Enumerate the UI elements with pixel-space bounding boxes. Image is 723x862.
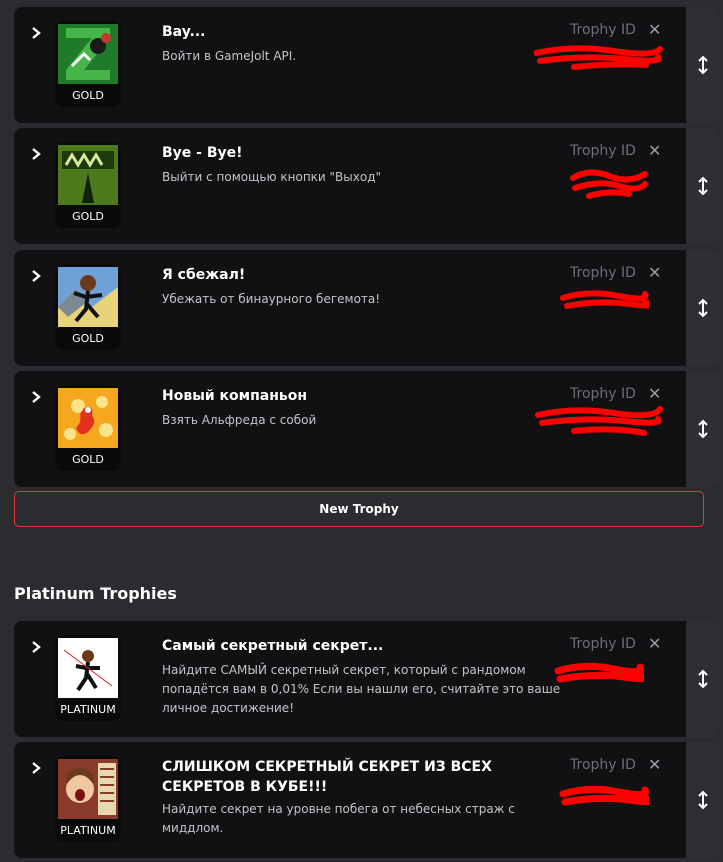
description-line: миддлом. [162,821,224,835]
redaction-scribble [559,785,649,806]
trophy-art [58,267,118,327]
trophy-title[interactable]: Новый компаньон [162,386,307,406]
description-line: попадётся вам в 0,01% Если вы нашли его,… [162,682,561,696]
drag-handle[interactable] [686,250,720,366]
trophy-id-label: Trophy ID [570,386,636,402]
chevron-right-icon[interactable] [28,389,44,405]
trophy-title[interactable]: СЛИШКОМ СЕКРЕТНЫЙ СЕКРЕТ ИЗ ВСЕХ СЕКРЕТО… [162,757,492,797]
close-icon[interactable]: ✕ [648,143,661,159]
tier-label: GOLD [72,210,104,223]
tier-label: GOLD [72,453,104,466]
description-line: личное достижение! [162,701,294,715]
drag-handle[interactable] [686,7,720,123]
drag-handle[interactable] [686,742,720,858]
chevron-right-icon[interactable] [28,25,44,41]
trophy-description[interactable]: Выйти с помощью кнопки "Выход" [162,168,381,187]
trophy-description[interactable]: Убежать от бинаурного бегемота! [162,290,380,309]
trophy-id-label: Trophy ID [570,143,636,159]
redaction-scribble [534,45,663,70]
title-line: СЕКРЕТОВ В КУБЕ!!! [162,779,328,795]
redaction-scribble [535,406,663,436]
resize-vertical-icon [698,176,708,196]
chevron-right-icon[interactable] [28,146,44,162]
trophy-thumbnail[interactable]: PLATINUM [55,756,121,842]
redaction-scribble [554,662,644,683]
title-line: СЛИШКОМ СЕКРЕТНЫЙ СЕКРЕТ ИЗ ВСЕХ [162,759,492,775]
resize-vertical-icon [698,298,708,318]
trophy-description[interactable]: Взять Альфреда с собой [162,411,316,430]
chevron-right-icon[interactable] [28,268,44,284]
trophy-card: PLATINUM СЛИШКОМ СЕКРЕТНЫЙ СЕКРЕТ ИЗ ВСЕ… [14,742,720,858]
trophy-title[interactable]: Bay... [162,22,205,42]
tier-label: PLATINUM [60,703,116,716]
trophy-art [58,388,118,448]
trophy-art [58,145,118,205]
drag-handle[interactable] [686,621,720,737]
trophy-title[interactable]: Я сбежал! [162,265,245,285]
trophy-art [58,759,118,819]
trophy-art [58,638,118,698]
resize-vertical-icon [698,419,708,439]
drag-handle[interactable] [686,371,720,487]
trophy-card: GOLD Я сбежал! Убежать от бинаурного бег… [14,250,720,366]
tier-label: GOLD [72,332,104,345]
trophy-thumbnail[interactable]: GOLD [55,385,121,471]
trophy-title[interactable]: Bye - Bye! [162,143,243,163]
resize-vertical-icon [698,669,708,689]
close-icon[interactable]: ✕ [648,386,661,402]
chevron-right-icon[interactable] [28,639,44,655]
redaction-scribble [570,169,648,199]
trophy-card: GOLD Bay... Войти в GameJolt API. Trophy… [14,7,720,123]
trophy-id-label: Trophy ID [570,22,636,38]
trophy-thumbnail[interactable]: GOLD [55,142,121,228]
trophy-thumbnail[interactable]: PLATINUM [55,635,121,721]
resize-vertical-icon [698,790,708,810]
close-icon[interactable]: ✕ [648,265,661,281]
description-line: Найдите секрет на уровне побега от небес… [162,802,515,816]
chevron-right-icon[interactable] [28,760,44,776]
tier-label: PLATINUM [60,824,116,837]
drag-handle[interactable] [686,128,720,244]
trophy-title[interactable]: Самый секретный секрет... [162,636,383,656]
trophy-art [58,24,118,84]
trophy-thumbnail[interactable]: GOLD [55,21,121,107]
trophy-card: GOLD Bye - Bye! Выйти с помощью кнопки "… [14,128,720,244]
trophy-id-label: Trophy ID [570,265,636,281]
resize-vertical-icon [698,55,708,75]
trophy-description[interactable]: Войти в GameJolt API. [162,47,296,66]
new-trophy-button[interactable]: New Trophy [14,491,704,527]
trophy-card: GOLD Новый компаньон Взять Альфреда с со… [14,371,720,487]
tier-label: GOLD [72,89,104,102]
description-line: Найдите САМЫЙ секретный секрет, который … [162,663,526,677]
close-icon[interactable]: ✕ [648,757,661,773]
close-icon[interactable]: ✕ [648,22,661,38]
redaction-scribble [560,290,649,309]
trophy-description[interactable]: Найдите секрет на уровне побега от небес… [162,800,515,838]
close-icon[interactable]: ✕ [648,636,661,652]
trophy-id-label: Trophy ID [570,757,636,773]
trophy-card: PLATINUM Самый секретный секрет... Найди… [14,621,720,737]
trophy-description[interactable]: Найдите САМЫЙ секретный секрет, который … [162,661,560,718]
section-title: Platinum Trophies [14,584,177,603]
trophy-thumbnail[interactable]: GOLD [55,264,121,350]
trophy-id-label: Trophy ID [570,636,636,652]
